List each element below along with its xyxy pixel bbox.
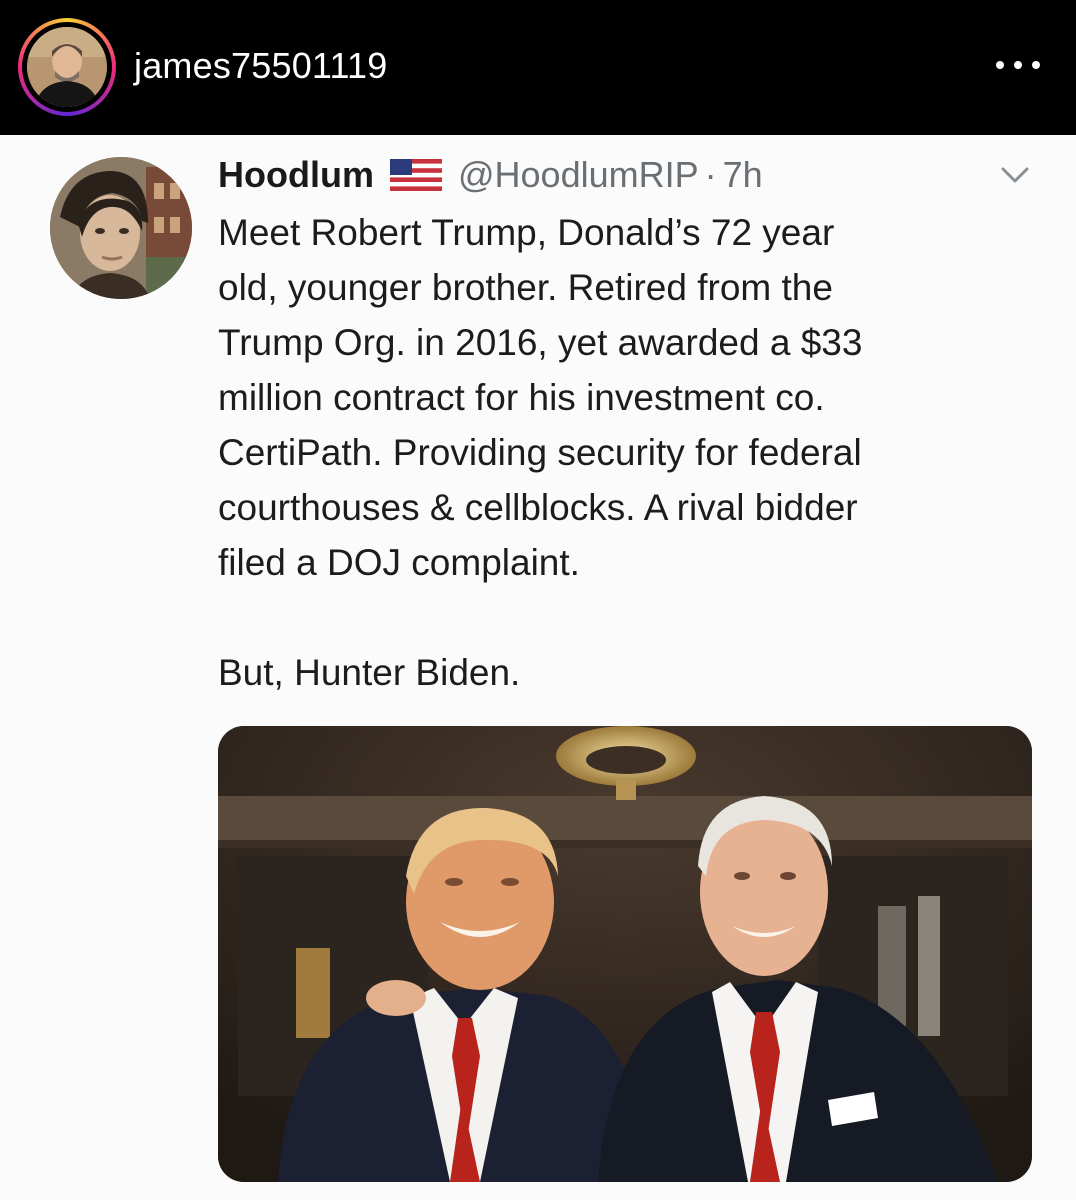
timestamp[interactable]: 7h [723, 154, 763, 196]
post-header: james75501119 [0, 0, 1076, 135]
tweet-header: Hoodlum @HoodlumRIP · 7h [218, 153, 763, 197]
instagram-post: james75501119 Hoodlum @HoodlumRIP · 7h M… [0, 0, 1076, 1200]
avatar[interactable] [27, 27, 107, 107]
tweet-line: old, younger brother. Retired from the [218, 267, 833, 308]
tweet-avatar [50, 157, 192, 299]
tweet-line: Trump Org. in 2016, yet awarded a $33 [218, 322, 863, 363]
us-flag-icon [389, 159, 442, 191]
tweet-photo[interactable] [218, 726, 1032, 1182]
display-name[interactable]: Hoodlum [218, 154, 374, 196]
tweet-closing-line: But, Hunter Biden. [218, 652, 521, 693]
tweet-line: million contract for his investment co. [218, 377, 825, 418]
chevron-down-icon[interactable] [1000, 163, 1030, 187]
tweet-line: courthouses & cellblocks. A rival bidder [218, 487, 858, 528]
tweet-line: filed a DOJ complaint. [218, 542, 580, 583]
tweet-text: Meet Robert Trump, Donald’s 72 year old,… [218, 205, 1038, 700]
tweet-line: CertiPath. Providing security for federa… [218, 432, 862, 473]
tweet-card: Hoodlum @HoodlumRIP · 7h Meet Robert Tru… [0, 135, 1076, 1200]
story-ring[interactable] [18, 18, 116, 116]
tweet-line: Meet Robert Trump, Donald’s 72 year [218, 212, 835, 253]
more-horizontal-icon[interactable] [996, 50, 1040, 80]
separator: · [704, 154, 717, 195]
username[interactable]: james75501119 [134, 44, 387, 88]
handle[interactable]: @HoodlumRIP [458, 154, 699, 196]
